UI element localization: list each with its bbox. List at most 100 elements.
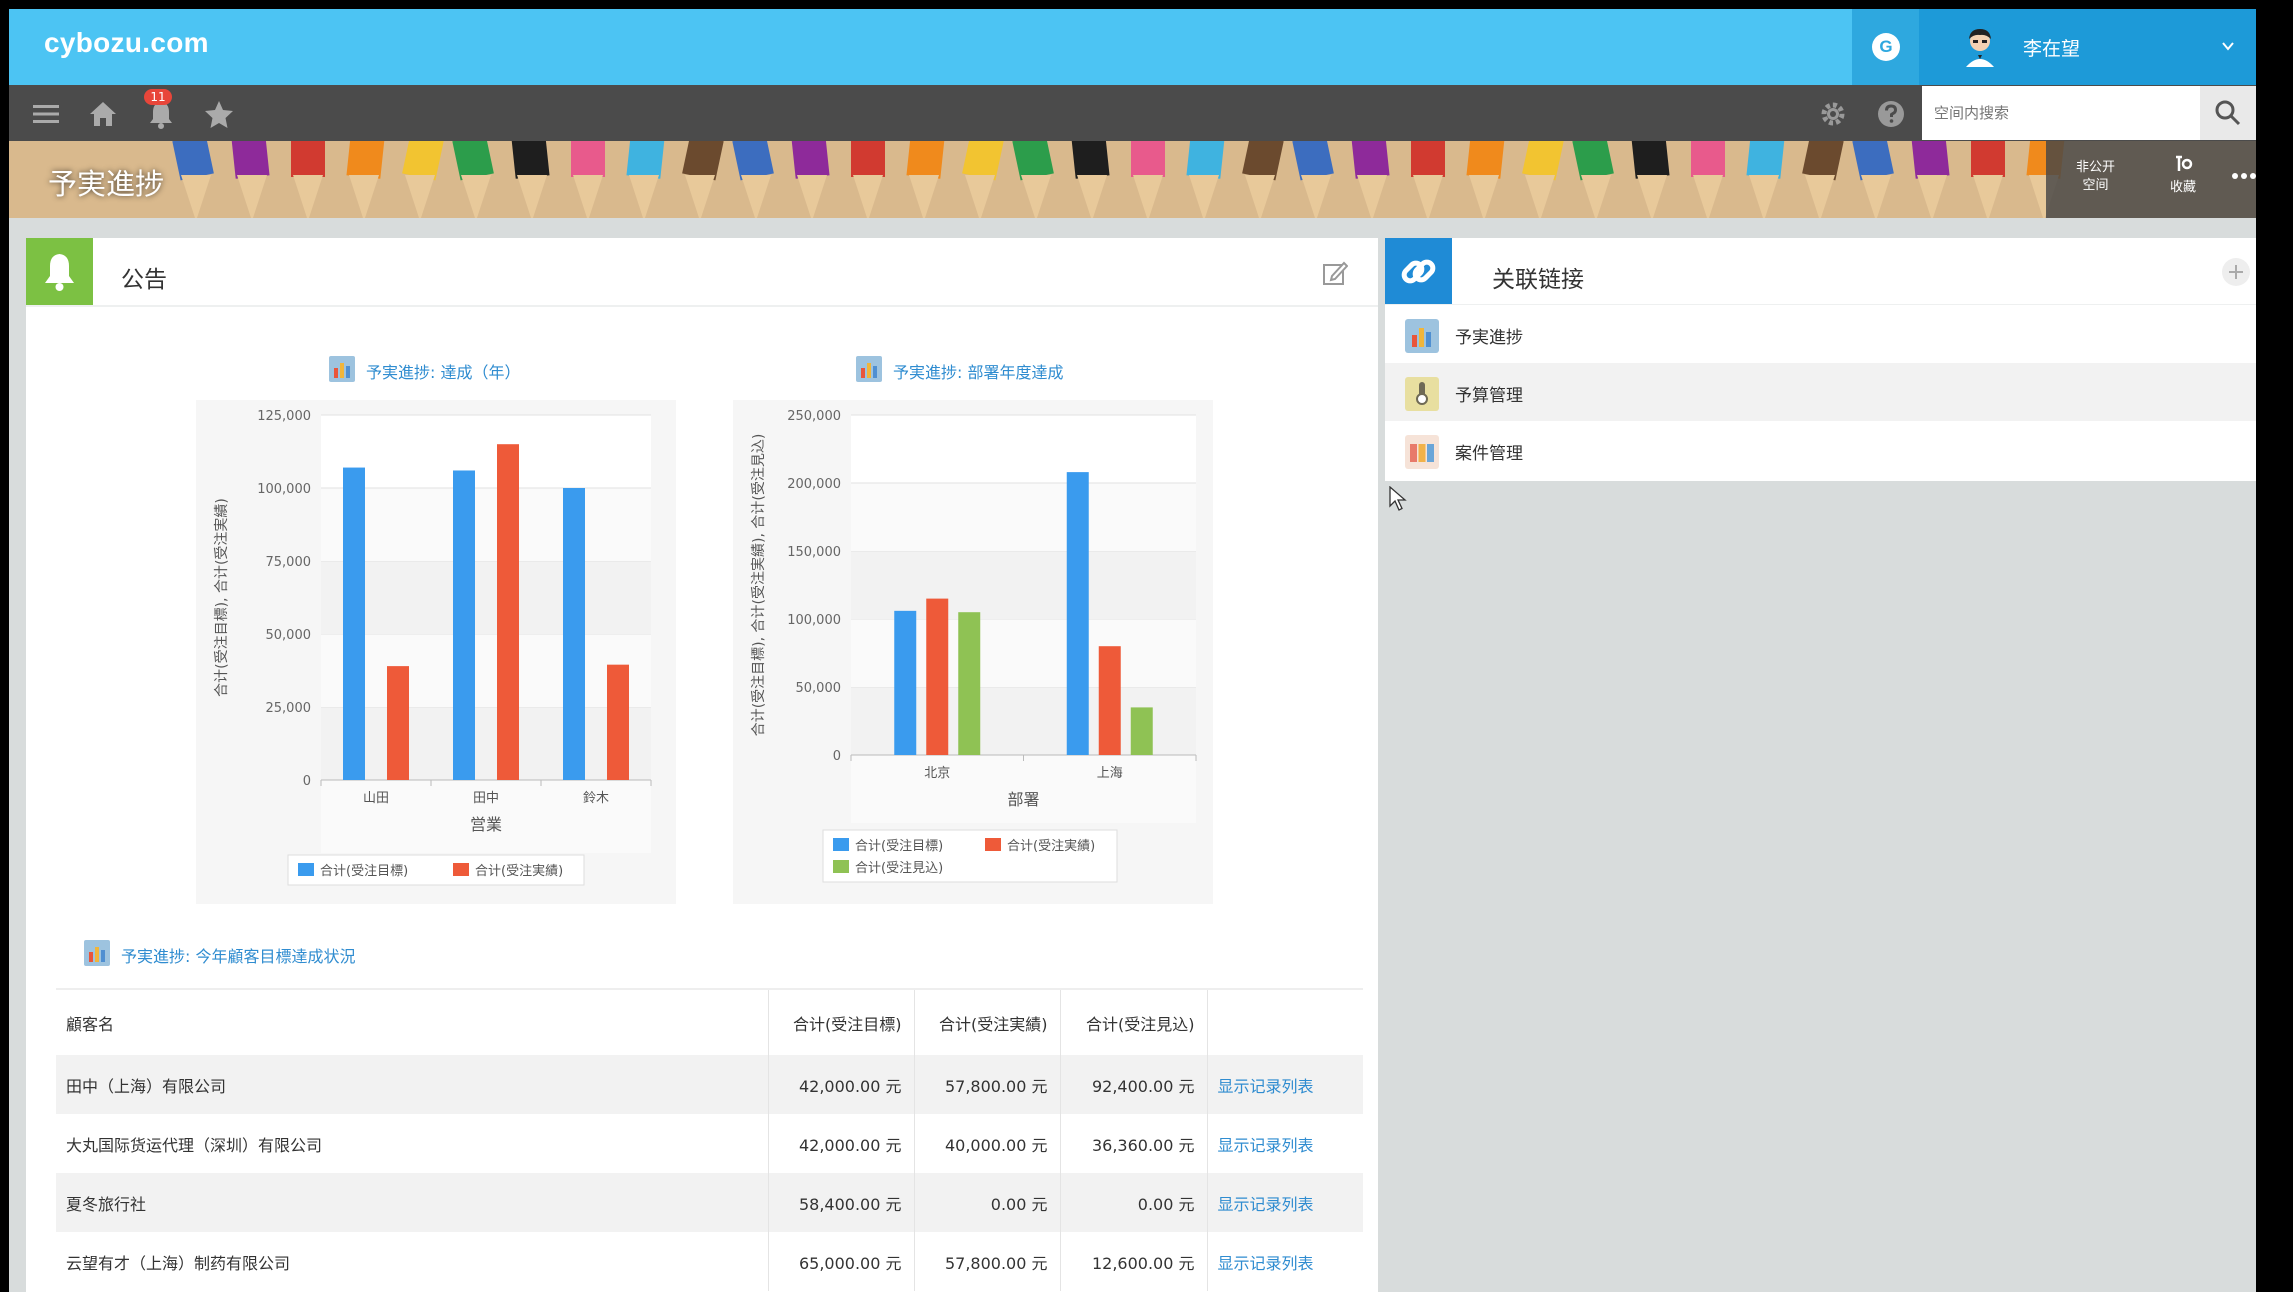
legend-swatch: [298, 863, 314, 876]
user-menu[interactable]: 李在望: [1919, 9, 2256, 85]
space-label: 空间: [2082, 178, 2109, 193]
grid-band: [851, 483, 1196, 551]
pencil-shape: [1351, 141, 1390, 179]
space-banner: 予実進捗 非公开 空间 收藏: [9, 141, 2256, 218]
column-header[interactable]: 合计(受注見込): [1059, 988, 1207, 1055]
table-row: 田中（上海）有限公司 42,000.00 元 57,800.00 元 92,40…: [56, 1055, 1363, 1114]
avatar: [1958, 23, 2002, 67]
bar-chart-app-icon: [1405, 319, 1439, 353]
budget-app-icon: [1405, 377, 1439, 411]
forecast-value: 12,600.00 元: [1059, 1232, 1207, 1291]
y-tick-label: 75,000: [266, 555, 312, 570]
link-item[interactable]: 予実進捗: [1385, 305, 2256, 363]
column-header[interactable]: 顧客名: [56, 988, 768, 1055]
pencil-shape: [231, 141, 270, 179]
pencil-shape: [626, 141, 665, 179]
actual-value: 57,800.00 元: [913, 1055, 1060, 1114]
bar: [453, 470, 475, 780]
y-axis-title: 合计(受注目標), 合计(受注実績), 合计(受注見込): [751, 434, 767, 737]
y-axis-title: 合计(受注目標), 合计(受注実績): [214, 498, 230, 697]
search-icon: [2215, 100, 2241, 126]
chart1-card: 0 25,000 50,000 75,000 100,000 125,000 山田 田中 鈴木営…: [196, 400, 676, 904]
show-records-link[interactable]: 显示记录列表: [1206, 1173, 1363, 1232]
pencil-shape: [1131, 141, 1165, 177]
pencil-shape: [1691, 141, 1725, 177]
actual-value: 0.00 元: [913, 1173, 1060, 1232]
app-window: cybozu.com G 李在望 11 空间内搜索 予実進捗 非公开 空间 收藏…: [9, 9, 2256, 1292]
logo[interactable]: cybozu.com: [44, 27, 209, 59]
toolbar: 11: [9, 85, 2256, 141]
search-button[interactable]: [2200, 86, 2256, 140]
bar: [926, 598, 949, 755]
pencil-shape: [851, 141, 885, 177]
pencil-shape: [791, 141, 830, 179]
x-tick-label: 鈴木: [583, 791, 609, 806]
y-tick-label: 25,000: [266, 701, 312, 716]
private-label: 非公开: [2076, 160, 2116, 175]
chart-glyph: [861, 363, 877, 378]
legend-label: 合计(受注実績): [1007, 838, 1095, 854]
link-label: 予実進捗: [1455, 328, 1523, 348]
bar-chart-app-icon: [329, 356, 355, 382]
help-icon[interactable]: [1876, 99, 1906, 129]
target-value: 42,000.00 元: [767, 1055, 914, 1114]
table-link[interactable]: 予実進捗: 今年顧客目標達成状況: [121, 943, 355, 967]
customer-name: 大丸国际货运代理（深圳）有限公司: [66, 1135, 323, 1155]
x-axis-title: 部署: [1007, 790, 1039, 809]
pencil-shape: [1746, 141, 1785, 179]
column-header: [1206, 988, 1363, 1055]
star-icon[interactable]: [204, 99, 234, 129]
gear-icon[interactable]: [1818, 99, 1848, 129]
bar: [958, 612, 981, 755]
add-icon[interactable]: [2221, 257, 2251, 287]
links-header-icon: [1385, 238, 1452, 305]
legend-label: 合计(受注目標): [855, 839, 943, 854]
show-records-link[interactable]: 显示记录列表: [1206, 1114, 1363, 1173]
grid-band: [321, 488, 651, 561]
chart1-svg: 0 25,000 50,000 75,000 100,000 125,000 山田 田中 鈴木営…: [214, 409, 652, 886]
pencil-shape: [906, 141, 945, 179]
y-tick-label: 150,000: [787, 545, 841, 560]
y-tick-label: 250,000: [787, 409, 841, 424]
chart-glyph: [334, 363, 350, 378]
chart2-link[interactable]: 予実進捗: 部署年度達成: [893, 359, 1063, 383]
pencil-shape: [1631, 141, 1670, 179]
mouse-cursor-icon: [1389, 486, 1407, 511]
forecast-value: 36,360.00 元: [1059, 1114, 1207, 1173]
y-tick-label: 125,000: [257, 409, 311, 424]
deals-app-icon: [1405, 435, 1439, 469]
customer-name: 云望有才（上海）制药有限公司: [66, 1253, 291, 1273]
forecast-value: 0.00 元: [1059, 1173, 1207, 1232]
actual-value: 40,000.00 元: [913, 1114, 1060, 1173]
pencil-shape: [1466, 141, 1505, 179]
link-item[interactable]: 案件管理: [1385, 421, 2256, 479]
show-records-link[interactable]: 显示记录列表: [1206, 1055, 1363, 1114]
pencil-shape: [1186, 141, 1225, 179]
search-input[interactable]: [1922, 86, 2200, 140]
chart1-link[interactable]: 予実進捗: 達成（年）: [366, 359, 520, 383]
column-header[interactable]: 合计(受注目標): [767, 988, 914, 1055]
menu-icon[interactable]: [31, 99, 61, 129]
x-tick-label: 田中: [473, 791, 499, 806]
link-item[interactable]: 予算管理: [1385, 363, 2256, 421]
forecast-value: 92,400.00 元: [1059, 1055, 1207, 1114]
favorite-button[interactable]: 收藏: [2170, 155, 2196, 197]
link-icon: [1401, 259, 1436, 284]
y-tick-label: 200,000: [787, 477, 841, 492]
pencil-shape: [511, 141, 550, 179]
column-header[interactable]: 合计(受注実績): [913, 988, 1060, 1055]
more-icon[interactable]: [2231, 171, 2256, 181]
private-space-indicator: 非公开 空间: [2076, 159, 2115, 195]
bar: [343, 467, 365, 780]
show-records-link[interactable]: 显示记录列表: [1206, 1232, 1363, 1291]
edit-icon[interactable]: [1322, 260, 1348, 286]
app-switch-button[interactable]: G: [1852, 9, 1919, 85]
home-icon[interactable]: [88, 99, 118, 129]
bar: [387, 666, 409, 780]
legend-swatch: [985, 838, 1001, 851]
bar: [894, 610, 917, 755]
x-tick-label: 上海: [1097, 766, 1123, 781]
x-tick-label: 山田: [363, 791, 389, 806]
link-label: 予算管理: [1455, 386, 1523, 406]
y-tick-label: 0: [833, 749, 841, 764]
